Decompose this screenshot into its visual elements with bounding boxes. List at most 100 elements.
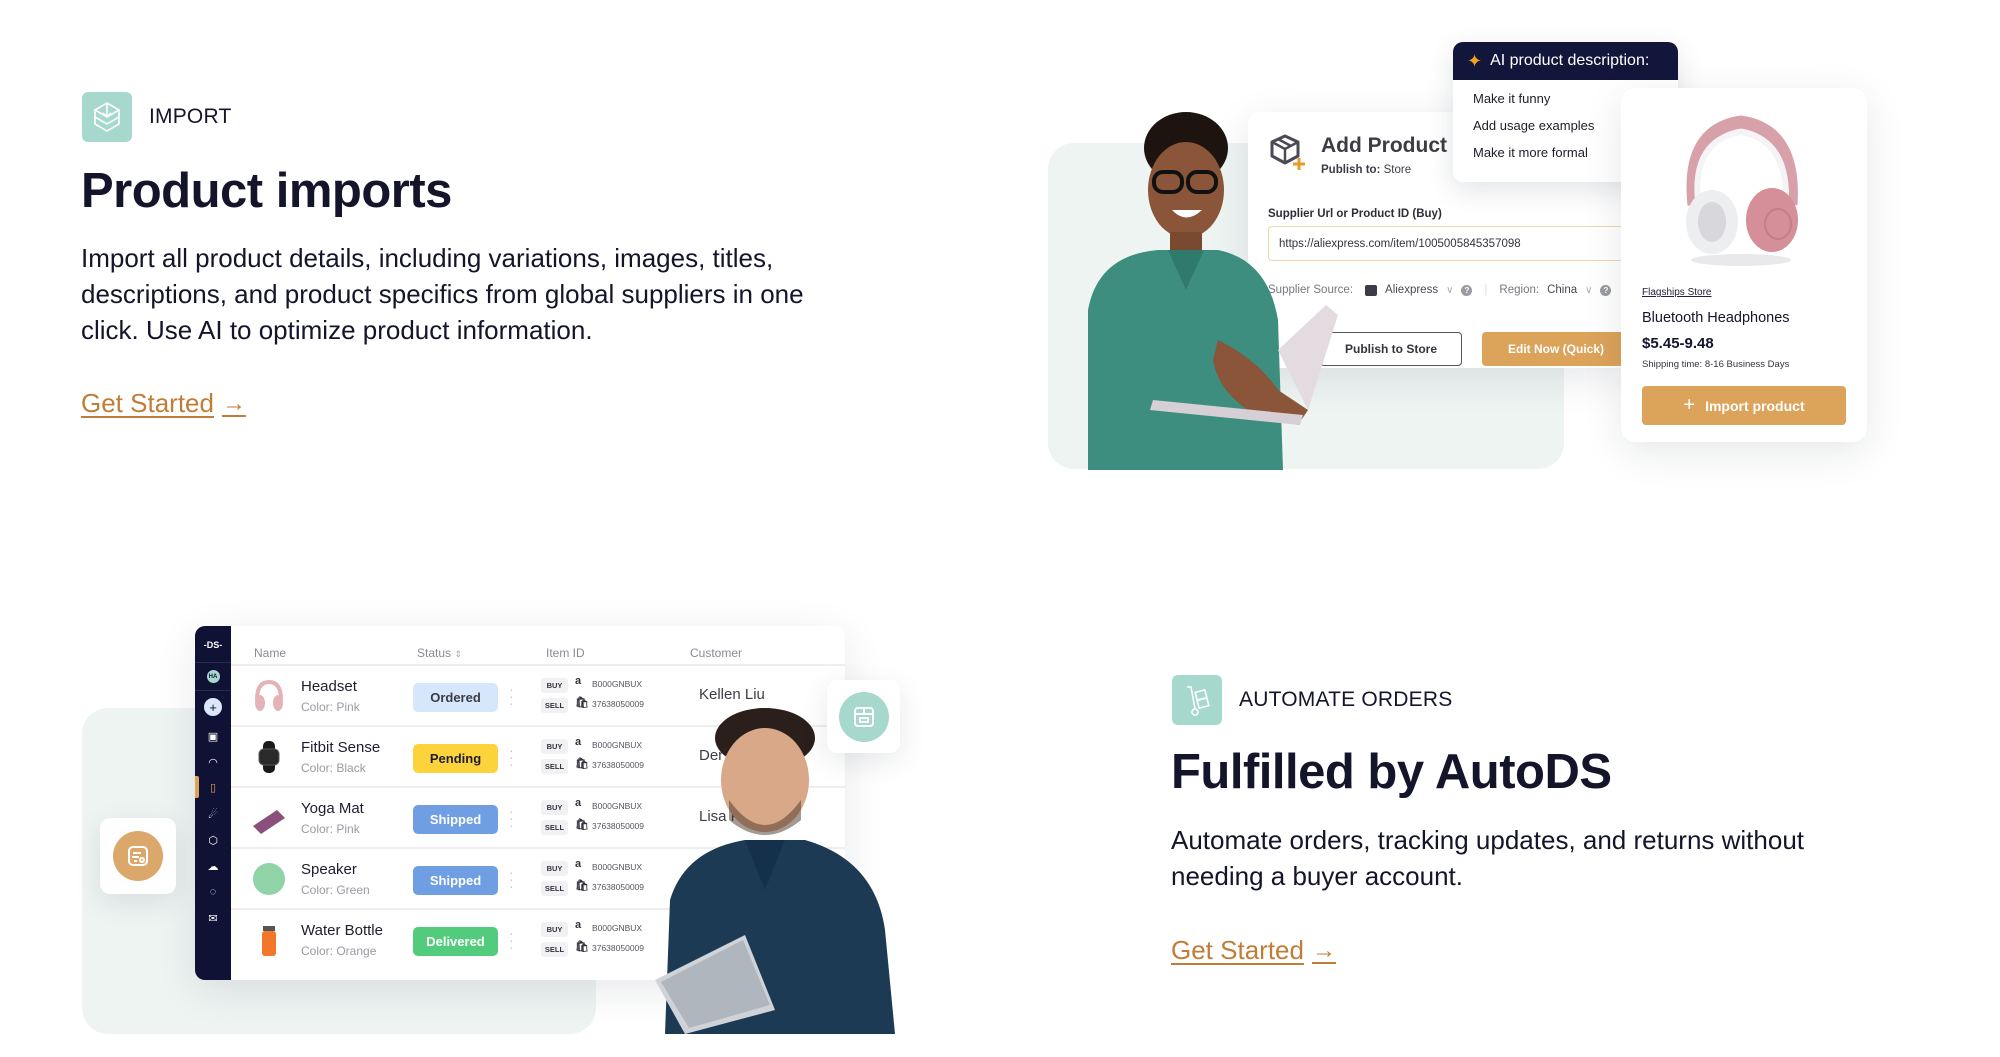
product-name[interactable]: Speaker [301,861,357,878]
divider: | [1484,284,1488,296]
sort-icon: ⇕ [454,649,462,659]
product-thumbnail [251,922,287,958]
import-title: Product imports [81,164,452,218]
orders-get-started-link[interactable]: Get Started → [1171,935,1336,966]
orders-description: Automate orders, tracking updates, and r… [1171,825,1805,891]
buy-tag: BUY [541,800,568,815]
buy-tag: BUY [541,739,568,754]
import-eyebrow-label: IMPORT [149,105,232,128]
sell-tag: SELL [541,759,568,774]
product-color: Color: Green [301,883,370,897]
import-eyebrow: IMPORT [82,92,231,142]
help-icon[interactable]: ? [1461,284,1473,296]
fulfillment-float-badge [100,818,176,894]
plus-icon: + [1683,394,1696,416]
region-select[interactable]: China [1547,284,1577,296]
orders-eyebrow: AUTOMATE ORDERS [1172,675,1452,725]
region-label: Region: [1499,284,1540,296]
buy-tag: BUY [541,861,568,876]
package-icon [838,691,889,742]
headphones-image [1676,110,1806,275]
more-options-icon[interactable]: · · · [509,682,514,710]
status-badge: Pending [413,744,498,773]
import-get-started-link[interactable]: Get Started → [81,388,246,419]
product-thumbnail [251,739,287,775]
product-thumbnail [251,800,287,836]
product-thumbnail [251,678,287,714]
mail-icon[interactable]: ✉ [195,912,231,925]
app-sidebar: -DS- HA + ▣ ◠ ▯ ☄ ⬡ ☁ ◌ ✉ [195,626,231,980]
sell-tag: SELL [541,942,568,957]
product-color: Color: Pink [301,700,360,714]
store-icon[interactable]: ▣ [195,730,231,743]
amazon-icon: a [575,736,582,748]
ai-description-title: AI product description: [1490,52,1650,69]
add-button[interactable]: + [195,698,231,716]
store-link[interactable]: Flagships Store [1642,287,1711,298]
arrow-right-icon: → [221,389,246,417]
status-badge: Shipped [413,805,498,834]
sell-tag: SELL [541,698,568,713]
import-get-started-label: Get Started [81,388,214,418]
aliexpress-logo-icon [1365,284,1378,296]
amazon-icon: a [575,675,582,687]
product-color: Color: Orange [301,944,377,958]
status-badge: Ordered [413,683,498,712]
buy-tag: BUY [541,678,568,693]
orders-clipboard-icon[interactable]: ▯ [195,781,231,794]
product-thumbnail [251,861,287,897]
chevron-down-icon: ∨ [1585,284,1593,296]
cloud-upload-icon[interactable]: ☁ [195,860,231,873]
product-price: $5.45-9.48 [1642,335,1714,352]
delivery-truck-icon [113,831,163,881]
column-header-customer: Customer [690,646,743,660]
more-options-icon[interactable]: · · · [509,865,514,893]
user-avatar[interactable]: HA [195,670,231,683]
column-header-status[interactable]: Status ⇕ [417,646,462,660]
buy-item-id: B000GNBUX [592,679,643,689]
amazon-icon: a [575,858,582,870]
orders-title: Fulfilled by AutoDS [1171,745,1612,799]
dashboard-gauge-icon[interactable]: ◠ [195,756,231,769]
shopify-bag-icon: 🛍︎ [575,758,589,770]
more-options-icon[interactable]: · · · [509,743,514,771]
arrow-right-icon: → [1311,936,1336,964]
shopify-bag-icon: 🛍︎ [575,880,589,892]
orders-get-started-label: Get Started [1171,935,1304,965]
publish-to-value: Store [1383,164,1412,176]
edit-now-quick-button[interactable]: Edit Now (Quick) [1482,332,1630,366]
status-badge: Shipped [413,866,498,895]
shipping-time: Shipping time: 8-16 Business Days [1642,359,1790,370]
supplier-source-select[interactable]: Aliexpress [1385,284,1438,296]
package-box-icon [82,92,132,142]
products-cube-icon[interactable]: ⬡ [195,834,231,847]
orders-eyebrow-label: AUTOMATE ORDERS [1239,688,1453,711]
marketing-icon[interactable]: ☄ [195,808,231,821]
chevron-down-icon: ∨ [1446,284,1454,296]
sparkle-icon: ✦ [1467,50,1483,71]
product-color: Color: Black [301,761,366,775]
import-product-button[interactable]: + Import product [1642,386,1846,425]
shopify-bag-icon: 🛍︎ [575,819,589,831]
column-header-name: Name [254,646,287,660]
shopify-bag-icon: 🛍︎ [575,941,589,953]
status-badge: Delivered [413,927,498,956]
help-icon[interactable]: ? [1600,284,1612,296]
shopify-bag-icon: 🛍︎ [575,697,589,709]
amazon-icon: a [575,919,582,931]
import-description: Import all product details, including va… [81,243,804,345]
autods-logo: -DS- [203,640,223,650]
ai-description-header: ✦ AI product description: [1453,42,1678,80]
more-options-icon[interactable]: · · · [509,926,514,954]
product-name[interactable]: Water Bottle [301,922,383,939]
support-headset-icon[interactable]: ◌ [195,886,231,898]
product-name[interactable]: Yoga Mat [301,800,364,817]
product-color: Color: Pink [301,822,360,836]
product-name[interactable]: Fitbit Sense [301,739,380,756]
more-options-icon[interactable]: · · · [509,804,514,832]
buy-tag: BUY [541,922,568,937]
product-name[interactable]: Headset [301,678,357,695]
sell-tag: SELL [541,881,568,896]
amazon-icon: a [575,797,582,809]
person-with-laptop-illustration [1068,110,1358,470]
